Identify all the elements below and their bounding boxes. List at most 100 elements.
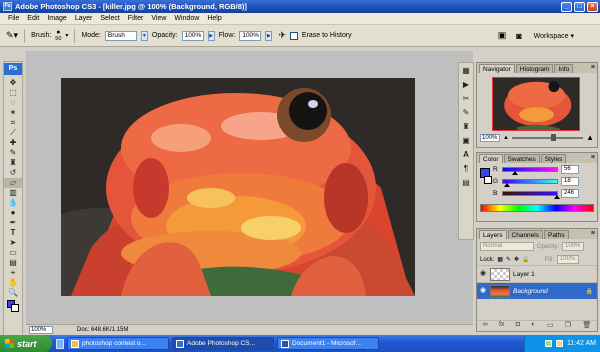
volume-tray-icon[interactable] (555, 340, 563, 347)
navigator-zoom-slider[interactable] (511, 133, 584, 141)
menu-select[interactable]: Select (96, 15, 123, 22)
type-tool-icon[interactable]: T (4, 228, 22, 238)
clone-stamp-tool-icon[interactable]: ♜ (4, 158, 22, 168)
link-layers-icon[interactable]: ∞ (483, 321, 488, 330)
blur-tool-icon[interactable]: 💧 (4, 198, 22, 208)
tab-histogram[interactable]: Histogram (515, 64, 554, 73)
tab-color[interactable]: Color (479, 154, 503, 163)
lock-position-icon[interactable]: ✥ (514, 256, 519, 263)
zoom-tool-icon[interactable]: 🔍 (4, 288, 22, 298)
taskbar-button-photoshop-contest[interactable]: photoshop contest o... (67, 337, 169, 350)
layer-style-icon[interactable]: fx (499, 321, 504, 330)
color-spectrum-ramp[interactable] (480, 204, 594, 212)
mode-dropdown-arrow-icon[interactable]: ▼ (140, 30, 148, 41)
magic-wand-tool-icon[interactable]: ✶ (4, 108, 22, 118)
healing-brush-tool-icon[interactable]: ✚ (4, 138, 22, 148)
tab-layers[interactable]: Layers (479, 230, 507, 239)
taskbar-button-photoshop[interactable]: Adobe Photoshop CS... (172, 337, 274, 350)
menu-filter[interactable]: Filter (124, 15, 148, 22)
notes-tool-icon[interactable]: ▤ (4, 258, 22, 268)
camera-icon[interactable]: ◙ (516, 31, 521, 41)
color-swatches-icon[interactable] (4, 298, 22, 314)
zoom-level-field[interactable]: 100% (29, 325, 53, 334)
opacity-slider-arrow-icon[interactable]: ▶ (207, 30, 215, 41)
lock-pixels-icon[interactable]: ✎ (506, 256, 511, 263)
brush-dropdown-arrow-icon[interactable]: ▾ (65, 32, 68, 39)
file-browser-icon[interactable]: ▣ (498, 30, 507, 41)
marquee-tool-icon[interactable]: ⬚ (4, 88, 22, 98)
gradient-tool-icon[interactable]: ▥ (4, 188, 22, 198)
layer-comps-icon[interactable]: ▣ (459, 135, 473, 147)
minimize-button[interactable]: _ (561, 1, 572, 12)
zoom-in-icon[interactable]: ▲ (586, 133, 594, 142)
layer-row-background[interactable]: ◉ Background 🔒 (477, 282, 597, 299)
eraser-tool-icon[interactable]: ▱ (4, 178, 22, 188)
start-button[interactable]: start (0, 335, 52, 352)
hand-tool-icon[interactable]: ✋ (4, 278, 22, 288)
blend-mode-select[interactable]: Normal (480, 242, 534, 251)
channel-b-marker[interactable] (554, 194, 561, 199)
channel-g-marker[interactable] (503, 182, 510, 187)
tab-channels[interactable]: Channels (507, 230, 543, 239)
workspace-menu[interactable]: Workspace ▾ (534, 32, 574, 40)
brush-picker[interactable]: ● 50 (55, 29, 61, 42)
shape-tool-icon[interactable]: ▭ (4, 248, 22, 258)
move-tool-icon[interactable]: ✥ (4, 78, 22, 88)
clone-source-icon[interactable]: ♜ (459, 121, 473, 133)
panel-menu-icon[interactable]: ≡ (591, 154, 595, 161)
channel-b-value[interactable]: 246 (561, 188, 579, 198)
tab-info[interactable]: Info (554, 64, 574, 73)
zoom-slider-knob[interactable] (551, 133, 557, 141)
eraser-tool-preset-icon[interactable]: ✎▾ (6, 30, 18, 41)
airbrush-icon[interactable]: ✈ (278, 30, 286, 41)
history-panel-icon[interactable]: ▦ (459, 65, 473, 77)
layer-row-layer-1[interactable]: ◉ Layer 1 (477, 265, 597, 282)
menu-view[interactable]: View (147, 15, 170, 22)
panel-menu-icon[interactable]: ≡ (591, 64, 595, 71)
actions-panel-icon[interactable]: ▶ (459, 79, 473, 91)
taskbar-button-document1[interactable]: Document1 - Microsof... (277, 337, 379, 350)
image-canvas[interactable] (61, 78, 415, 296)
channel-b-slider[interactable] (502, 190, 561, 199)
flow-field[interactable]: 100% (239, 30, 262, 41)
mode-select[interactable]: Brush (104, 30, 137, 41)
tab-paths[interactable]: Paths (543, 230, 569, 239)
new-group-icon[interactable]: ▭ (547, 321, 554, 330)
channel-r-slider[interactable] (502, 166, 558, 175)
zoom-out-icon[interactable]: ▲ (503, 135, 509, 141)
paragraph-panel-icon[interactable]: ¶ (459, 163, 473, 175)
channel-r-value[interactable]: 56 (561, 164, 579, 174)
info-panel-icon[interactable]: ▤ (459, 177, 473, 189)
visibility-eye-icon[interactable]: ◉ (479, 287, 487, 295)
opacity-field[interactable]: 100% (181, 30, 204, 41)
menu-file[interactable]: File (4, 15, 23, 22)
pen-tool-icon[interactable]: ✒ (4, 218, 22, 228)
eyedropper-tool-icon[interactable]: ⌖ (4, 268, 22, 278)
navigator-zoom-field[interactable]: 100% (480, 133, 500, 142)
layer-opacity-field[interactable]: 100% (562, 242, 585, 251)
tool-presets-icon[interactable]: ✂ (459, 93, 473, 105)
tab-navigator[interactable]: Navigator (479, 64, 515, 73)
layer-mask-icon[interactable]: ◘ (516, 321, 520, 330)
tab-swatches[interactable]: Swatches (503, 154, 540, 163)
erase-to-history-checkbox[interactable] (289, 31, 298, 40)
brushes-panel-icon[interactable]: ✎ (459, 107, 473, 119)
history-brush-tool-icon[interactable]: ↺ (4, 168, 22, 178)
navigator-thumbnail[interactable] (492, 77, 580, 131)
visibility-eye-icon[interactable]: ◉ (479, 270, 487, 278)
channel-r-marker[interactable] (512, 170, 519, 175)
dodge-tool-icon[interactable]: ● (4, 208, 22, 218)
menu-layer[interactable]: Layer (71, 15, 97, 22)
delete-layer-icon[interactable]: 🗑 (582, 321, 591, 330)
channel-g-value[interactable]: 18 (561, 176, 579, 186)
character-panel-icon[interactable]: A (459, 149, 473, 161)
lock-transparency-icon[interactable]: ▦ (497, 256, 503, 263)
background-color-swatch[interactable] (484, 176, 492, 184)
menu-help[interactable]: Help (203, 15, 225, 22)
network-tray-icon[interactable] (544, 340, 552, 347)
lasso-tool-icon[interactable]: ◌ (4, 98, 22, 108)
menu-window[interactable]: Window (170, 15, 203, 22)
slice-tool-icon[interactable]: ⟋ (4, 128, 22, 138)
channel-g-slider[interactable] (502, 178, 558, 187)
new-layer-icon[interactable]: ❐ (565, 321, 571, 330)
